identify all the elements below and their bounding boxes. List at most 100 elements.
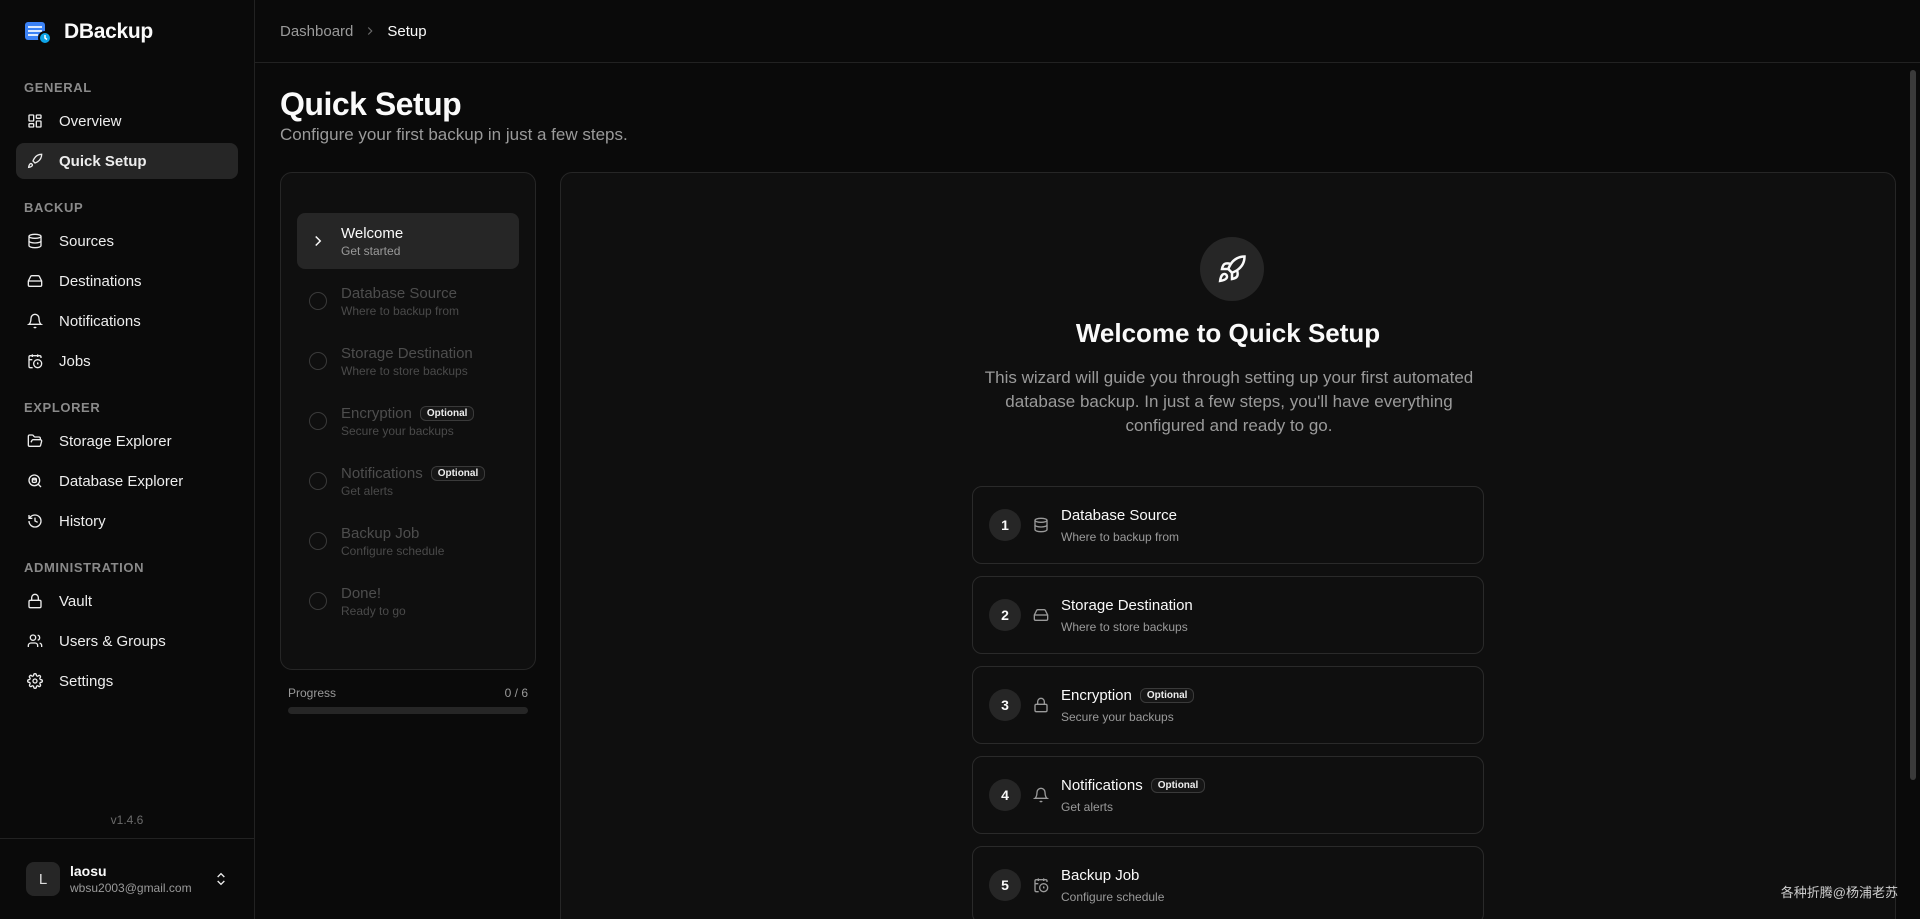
nav-group-explorer: EXPLORER bbox=[24, 400, 101, 415]
progress-value: 0 / 6 bbox=[504, 686, 528, 700]
sidebar-item-label: Quick Setup bbox=[59, 152, 147, 170]
chevrons-up-down-icon[interactable] bbox=[213, 871, 229, 887]
sidebar-item-history[interactable]: History bbox=[16, 503, 238, 539]
circle-icon bbox=[309, 292, 327, 310]
step-welcome[interactable]: Welcome Get started bbox=[297, 213, 519, 269]
sidebar-item-label: Database Explorer bbox=[59, 472, 184, 490]
welcome-title: Welcome to Quick Setup bbox=[1075, 318, 1381, 348]
optional-badge: Optional bbox=[419, 405, 475, 421]
hard-drive-icon bbox=[1033, 609, 1049, 621]
step-subtitle: Where to store backups bbox=[341, 363, 468, 378]
rocket-icon bbox=[1218, 255, 1246, 283]
step-number: 1 bbox=[989, 509, 1021, 541]
step-database-source[interactable]: Database Source Where to backup from bbox=[297, 273, 519, 329]
page-title: Quick Setup bbox=[280, 86, 462, 122]
sidebar-item-sources[interactable]: Sources bbox=[16, 223, 238, 259]
step-title-text: Backup Job bbox=[341, 524, 420, 542]
sidebar-item-storage-explorer[interactable]: Storage Explorer bbox=[16, 423, 238, 459]
sidebar-item-jobs[interactable]: Jobs bbox=[16, 343, 238, 379]
overview-step-1: 1 Database Source Where to backup from bbox=[972, 486, 1484, 564]
user-menu[interactable]: L laosu wbsu2003@gmail.com bbox=[0, 838, 255, 919]
lock-icon bbox=[1034, 697, 1048, 713]
circle-icon bbox=[309, 532, 327, 550]
sidebar-item-notifications[interactable]: Notifications bbox=[16, 303, 238, 339]
breadcrumb: Dashboard Setup bbox=[255, 0, 1920, 63]
step-number: 2 bbox=[989, 599, 1021, 631]
database-icon bbox=[1034, 517, 1048, 533]
step-number: 3 bbox=[989, 689, 1021, 721]
sidebar-item-label: Destinations bbox=[59, 272, 142, 290]
step-notifications[interactable]: Notifications Optional Get alerts bbox=[297, 453, 519, 509]
step-title-text: Welcome bbox=[341, 224, 404, 242]
step-done[interactable]: Done! Ready to go bbox=[297, 573, 519, 629]
breadcrumb-current: Setup bbox=[387, 22, 427, 40]
hero-rocket-badge bbox=[1200, 237, 1264, 301]
brand[interactable]: DBackup bbox=[0, 0, 254, 63]
sidebar-item-users-groups[interactable]: Users & Groups bbox=[16, 623, 238, 659]
sidebar-item-label: Overview bbox=[59, 112, 122, 130]
overview-subtitle: Get alerts bbox=[1061, 799, 1114, 814]
overview-text: Storage Destination Where to store backu… bbox=[1061, 597, 1193, 634]
step-text: Storage Destination Where to store backu… bbox=[341, 345, 473, 378]
sidebar-item-label: Settings bbox=[59, 672, 114, 690]
overview-subtitle: Where to store backups bbox=[1061, 619, 1188, 634]
circle-icon bbox=[309, 592, 327, 610]
progress-header: Progress 0 / 6 bbox=[288, 686, 528, 700]
sidebar-item-label: Users & Groups bbox=[59, 632, 166, 650]
circle-icon bbox=[309, 472, 327, 490]
circle-icon bbox=[309, 352, 327, 370]
overview-text: Backup Job Configure schedule bbox=[1061, 867, 1164, 904]
step-title-text: Encryption bbox=[341, 404, 412, 422]
step-title-text: Notifications bbox=[341, 464, 423, 482]
sidebar-item-settings[interactable]: Settings bbox=[16, 663, 238, 699]
bell-icon bbox=[27, 313, 43, 329]
breadcrumb-dashboard[interactable]: Dashboard bbox=[280, 23, 353, 40]
page-subtitle: Configure your first backup in just a fe… bbox=[280, 125, 628, 144]
overview-title-text: Notifications bbox=[1061, 776, 1143, 794]
sidebar-item-database-explorer[interactable]: Database Explorer bbox=[16, 463, 238, 499]
grid-icon bbox=[28, 114, 42, 128]
sidebar-item-vault[interactable]: Vault bbox=[16, 583, 238, 619]
overview-title: Backup Job bbox=[1061, 867, 1164, 884]
overview-step-3: 3 Encryption Optional Secure your backups bbox=[972, 666, 1484, 744]
step-storage-destination[interactable]: Storage Destination Where to store backu… bbox=[297, 333, 519, 389]
circle-icon bbox=[309, 412, 327, 430]
overview-step-4: 4 Notifications Optional Get alerts bbox=[972, 756, 1484, 834]
watermark: 各种折腾@杨浦老苏 bbox=[1780, 885, 1898, 900]
step-encryption[interactable]: Encryption Optional Secure your backups bbox=[297, 393, 519, 449]
welcome-description: This wizard will guide you through setti… bbox=[984, 368, 1474, 435]
sidebar-item-overview[interactable]: Overview bbox=[16, 103, 238, 139]
progress-bar bbox=[288, 707, 528, 714]
overview-title-text: Storage Destination bbox=[1061, 596, 1193, 614]
step-number: 4 bbox=[989, 779, 1021, 811]
overview-step-2: 2 Storage Destination Where to store bac… bbox=[972, 576, 1484, 654]
step-title: Storage Destination bbox=[341, 345, 473, 362]
user-name: laosu bbox=[70, 863, 107, 879]
chevron-right-icon bbox=[315, 235, 322, 247]
overview-title: Database Source bbox=[1061, 507, 1179, 524]
step-subtitle: Configure schedule bbox=[341, 543, 445, 558]
vertical-scrollbar[interactable] bbox=[1910, 70, 1916, 780]
step-text: Done! Ready to go bbox=[341, 585, 406, 618]
hard-drive-icon bbox=[27, 275, 43, 287]
optional-badge: Optional bbox=[430, 465, 486, 481]
step-title: Backup Job bbox=[341, 525, 444, 542]
app-version: v1.4.6 bbox=[110, 813, 144, 827]
sidebar-item-destinations[interactable]: Destinations bbox=[16, 263, 238, 299]
step-subtitle: Where to backup from bbox=[341, 303, 460, 318]
overview-text: Encryption Optional Secure your backups bbox=[1061, 686, 1195, 724]
avatar: L bbox=[26, 862, 60, 896]
dbackup-logo-icon bbox=[25, 21, 52, 45]
step-title: Done! bbox=[341, 585, 406, 602]
sidebar-item-quick-setup[interactable]: Quick Setup bbox=[16, 143, 238, 179]
step-title: Database Source bbox=[341, 285, 459, 302]
main-content: Dashboard Setup Quick Setup Configure yo… bbox=[255, 0, 1920, 919]
welcome-card: Welcome to Quick Setup This wizard will … bbox=[560, 172, 1896, 919]
overview-title-text: Encryption bbox=[1061, 686, 1132, 704]
sidebar-item-label: Vault bbox=[59, 592, 93, 610]
step-subtitle: Get started bbox=[341, 243, 401, 258]
nav-group-backup: BACKUP bbox=[24, 200, 84, 215]
progress-label: Progress bbox=[288, 686, 337, 700]
step-backup-job[interactable]: Backup Job Configure schedule bbox=[297, 513, 519, 569]
search-database-icon bbox=[28, 474, 42, 488]
